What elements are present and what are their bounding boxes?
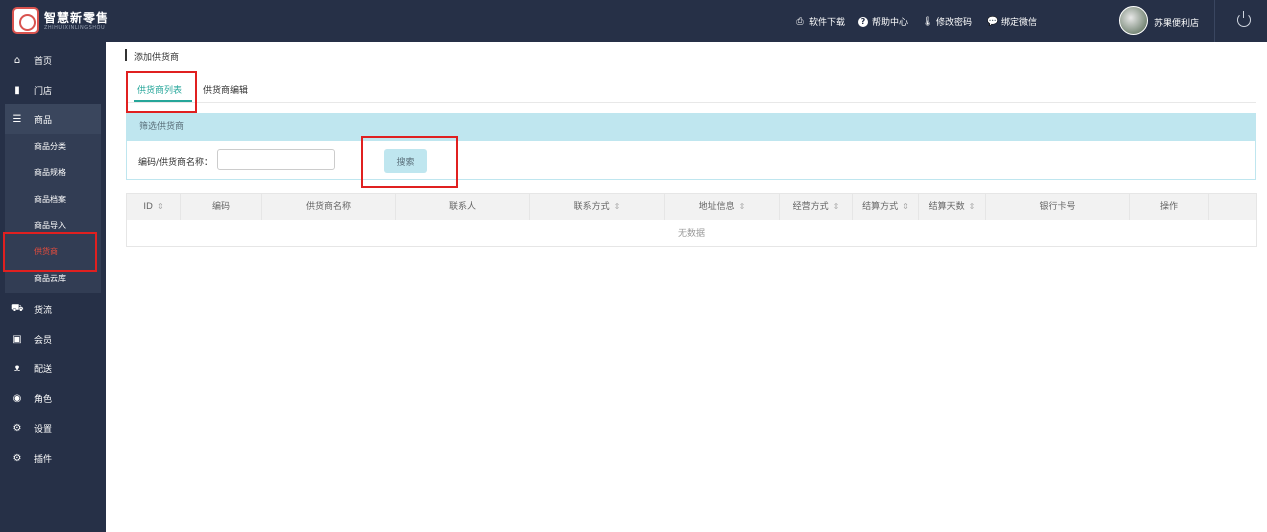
highlight-box-tab — [126, 71, 197, 113]
sidebar-item-label: 商品 — [34, 115, 53, 126]
download-icon: ⎙ — [796, 16, 804, 27]
column-header-name: 供货商名称 — [262, 194, 396, 220]
sort-icon[interactable]: ⇕ — [969, 202, 976, 211]
sidebar-item-label: 门店 — [34, 86, 53, 97]
sidebar-item-plugins[interactable]: ⚙ 插件 — [0, 443, 106, 473]
submenu-item-category[interactable]: 商品分类 — [5, 134, 101, 160]
column-header-contact: 联系人 — [396, 194, 530, 220]
gears-icon: ⚙ — [12, 452, 22, 464]
sidebar-item-settings[interactable]: ⚙ 设置 — [0, 413, 106, 443]
question-icon: ? — [858, 16, 868, 27]
brand-subtitle: ZHIHUIXINLINGSHOU — [44, 25, 106, 31]
sidebar: ⌂ 首页 ▮ 门店 ☰ 商品 商品分类 商品规格 商品档案 商品导入 供货商 商… — [0, 42, 106, 532]
sidebar-item-role[interactable]: ◉ 角色 — [0, 383, 106, 413]
column-header-business-mode[interactable]: 经营方式 ⇕ — [780, 194, 853, 220]
sort-icon[interactable]: ⇕ — [833, 202, 840, 211]
submenu-item-spec[interactable]: 商品规格 — [5, 160, 101, 186]
software-download-link[interactable]: ⎙ 软件下载 — [795, 15, 846, 29]
column-header-phone[interactable]: 联系方式 ⇕ — [530, 194, 665, 220]
bind-wechat-label: 绑定微信 — [1001, 18, 1038, 28]
help-center-label: 帮助中心 — [872, 18, 909, 28]
logo-icon — [12, 7, 39, 34]
tab-supplier-edit[interactable]: 供货商编辑 — [203, 83, 248, 96]
chat-icon: 💬 — [987, 16, 999, 27]
column-header-address[interactable]: 地址信息 ⇕ — [665, 194, 780, 220]
column-header-code: 编码 — [181, 194, 262, 220]
change-password-label: 修改密码 — [936, 18, 973, 28]
help-center-link[interactable]: ? 帮助中心 — [858, 15, 908, 28]
filter-panel: 筛选供货商 编码/供货商名称： 搜索 — [126, 113, 1256, 180]
sidebar-item-goods[interactable]: ☰ 商品 — [5, 104, 101, 134]
store-name[interactable]: 苏果便利店 — [1154, 16, 1199, 29]
change-password-link[interactable]: 🌡 修改密码 — [922, 15, 973, 29]
building-icon: ▮ — [14, 84, 20, 96]
sort-icon[interactable]: ⇕ — [614, 202, 621, 211]
sidebar-item-label: 插件 — [34, 454, 53, 465]
sidebar-item-store[interactable]: ▮ 门店 — [0, 75, 106, 105]
breadcrumb: 添加供货商 — [134, 53, 180, 63]
sidebar-item-logistics[interactable]: ⛟ 货流 — [0, 294, 106, 324]
top-divider — [1214, 0, 1215, 42]
thermometer-icon: 🌡 — [922, 16, 934, 27]
sidebar-item-home[interactable]: ⌂ 首页 — [0, 45, 106, 75]
sidebar-item-label: 首页 — [34, 56, 53, 67]
column-header-id[interactable]: ID ⇕ — [127, 194, 181, 220]
tabs-divider — [126, 102, 1256, 103]
truck-icon: ⛟ — [11, 302, 24, 314]
avatar[interactable] — [1119, 6, 1148, 35]
highlight-box-supplier — [3, 232, 97, 272]
table-empty-state: 无数据 — [677, 229, 705, 239]
brand-name: 智慧新零售 — [44, 11, 110, 25]
home-icon: ⌂ — [13, 54, 21, 66]
supplier-search-input[interactable] — [217, 149, 335, 170]
top-bar: 智慧新零售 ZHIHUIXINLINGSHOU ⎙ 软件下载 ? 帮助中心 🌡 … — [0, 0, 1267, 42]
gear-icon: ⚙ — [12, 422, 22, 434]
column-header-settlement-days[interactable]: 结算天数 ⇕ — [919, 194, 986, 220]
power-icon[interactable] — [1237, 11, 1251, 27]
motorcycle-icon: ᴥ — [13, 362, 21, 374]
user-circle-icon: ◉ — [12, 392, 22, 404]
supplier-table: ID ⇕ 编码 供货商名称 联系人 联系方式 ⇕ 地址信息 ⇕ 经营方式 ⇕ 结算方式 ⇕… — [126, 193, 1257, 247]
bind-wechat-link[interactable]: 💬 绑定微信 — [987, 15, 1038, 29]
sidebar-item-label: 会员 — [34, 335, 53, 346]
filter-label: 编码/供货商名称： — [138, 158, 214, 168]
sort-icon[interactable]: ⇕ — [902, 202, 909, 211]
sidebar-item-label: 配送 — [34, 364, 53, 375]
sidebar-item-label: 设置 — [34, 424, 53, 435]
sort-icon[interactable]: ⇕ — [739, 202, 746, 211]
sort-icon[interactable]: ⇕ — [157, 202, 164, 211]
filter-panel-title: 筛选供货商 — [127, 114, 1255, 141]
breadcrumb-marker — [125, 49, 127, 61]
sidebar-item-label: 角色 — [34, 394, 53, 405]
sidebar-item-label: 货流 — [34, 305, 53, 316]
software-download-label: 软件下载 — [809, 18, 846, 28]
column-header-actions: 操作 — [1130, 194, 1209, 220]
highlight-box-search — [361, 136, 458, 188]
submenu-item-archive[interactable]: 商品档案 — [5, 187, 101, 213]
column-header-settlement-mode[interactable]: 结算方式 ⇕ — [853, 194, 919, 220]
id-card-icon: ▣ — [12, 333, 22, 345]
sidebar-item-delivery[interactable]: ᴥ 配送 — [0, 353, 106, 383]
table-header: ID ⇕ 编码 供货商名称 联系人 联系方式 ⇕ 地址信息 ⇕ 经营方式 ⇕ 结算方式 ⇕… — [127, 194, 1256, 220]
column-header-bank-card: 银行卡号 — [986, 194, 1130, 220]
list-icon: ☰ — [12, 113, 22, 125]
sidebar-item-member[interactable]: ▣ 会员 — [0, 324, 106, 354]
